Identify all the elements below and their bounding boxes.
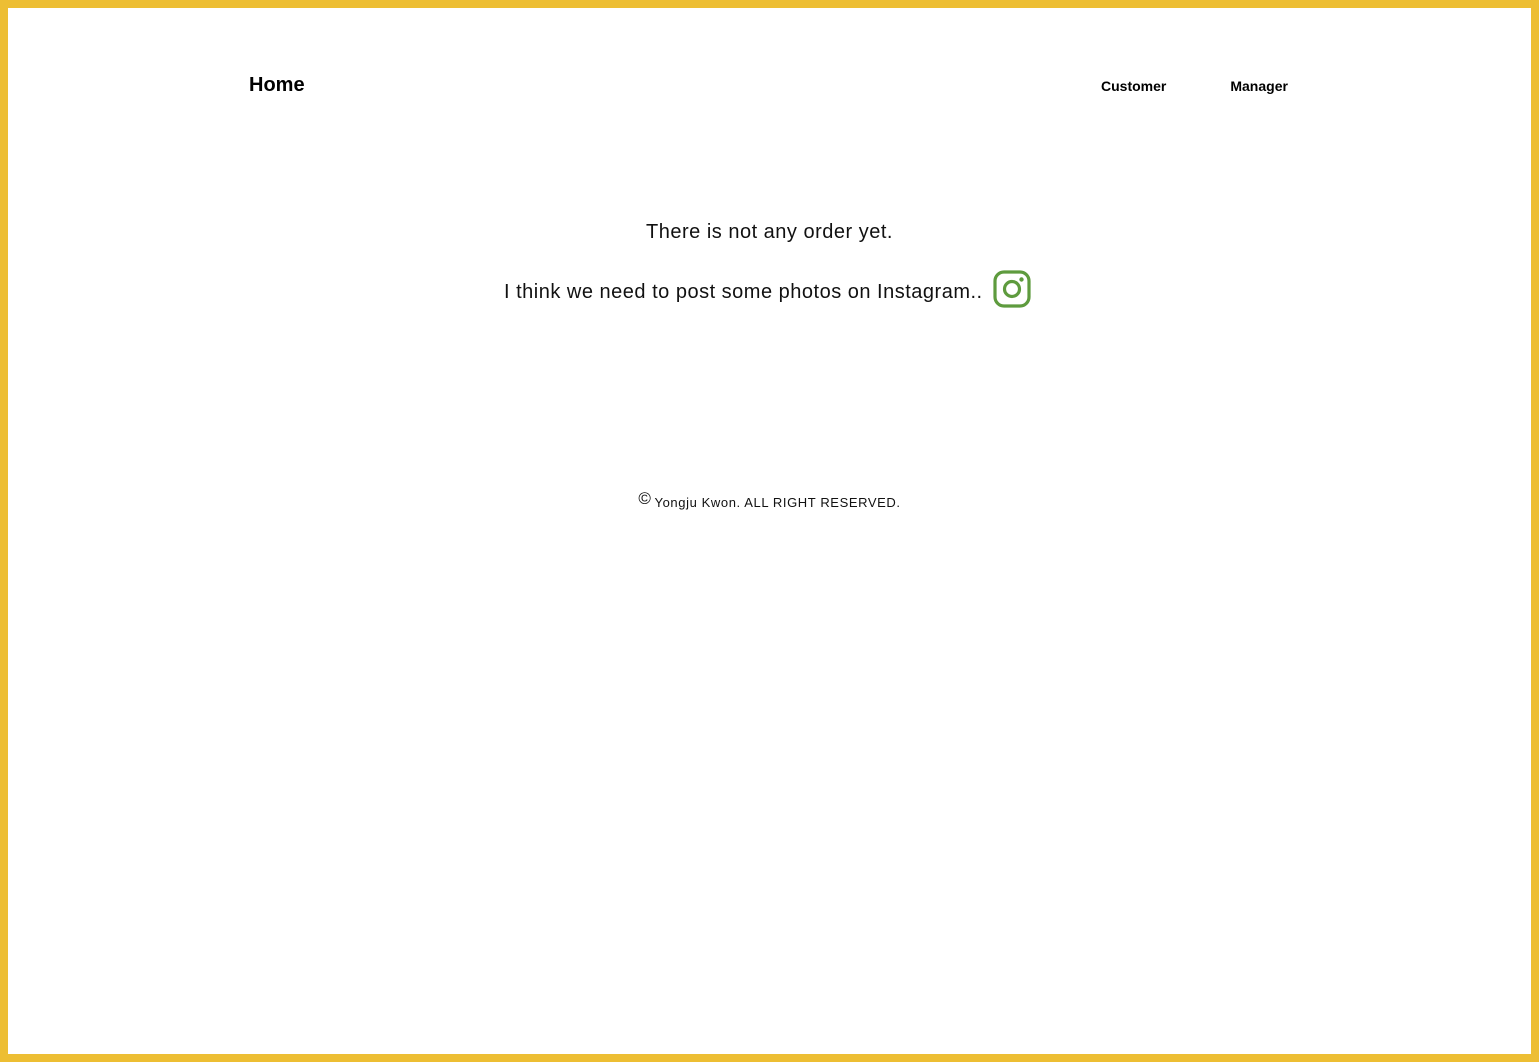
nav-manager-link[interactable]: Manager xyxy=(1230,78,1288,94)
copyright-symbol: © xyxy=(638,489,652,508)
footer: © Yongju Kwon. ALL RIGHT RESERVED. xyxy=(8,489,1531,512)
instagram-row: I think we need to post some photos on I… xyxy=(504,270,1031,308)
footer-text: Yongju Kwon. ALL RIGHT RESERVED. xyxy=(654,495,901,510)
page-frame: Home Customer Manager There is not any o… xyxy=(0,0,1539,1062)
instagram-message: I think we need to post some photos on I… xyxy=(504,280,983,303)
nav-home-link[interactable]: Home xyxy=(249,74,305,97)
nav-customer-link[interactable]: Customer xyxy=(1101,78,1166,94)
top-nav: Customer Manager xyxy=(1101,78,1288,94)
instagram-icon[interactable] xyxy=(992,270,1031,308)
empty-orders-message: There is not any order yet. xyxy=(646,221,893,243)
